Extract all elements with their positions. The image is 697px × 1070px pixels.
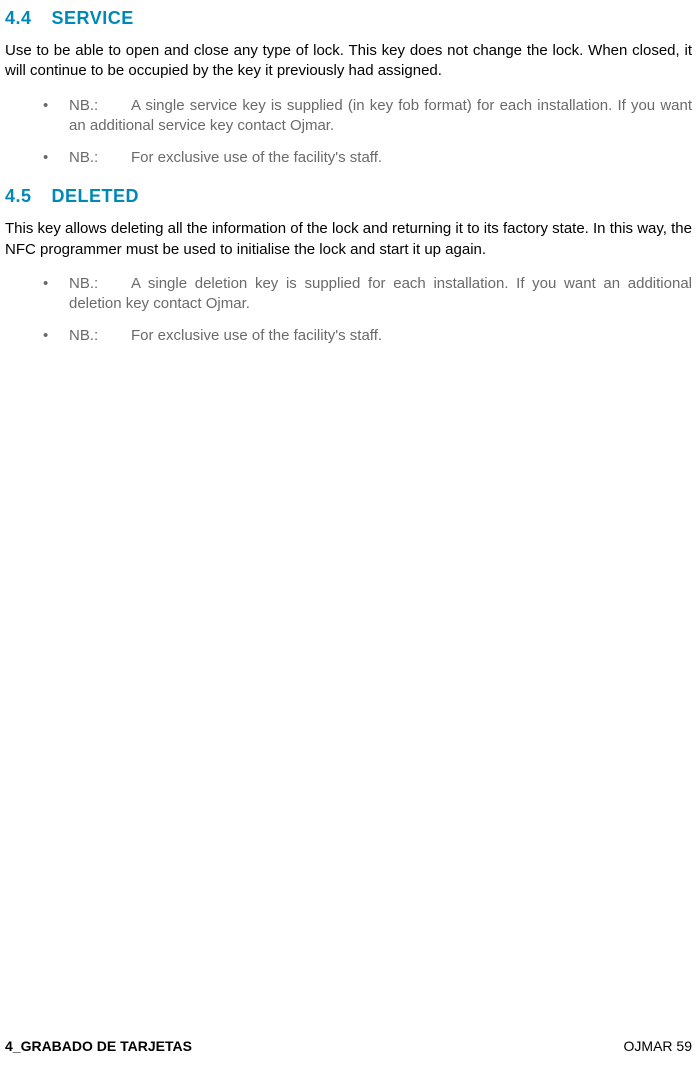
- section-heading-4-5: 4.5 DELETED: [5, 186, 692, 207]
- page-footer: 4_GRABADO DE TARJETAS OJMAR 59: [5, 1038, 692, 1054]
- section-body-4-5: This key allows deleting all the informa…: [5, 219, 692, 260]
- nb-text: For exclusive use of the facility's staf…: [131, 149, 382, 166]
- section-body-4-4: Use to be able to open and close any typ…: [5, 41, 692, 82]
- list-item: NB.:For exclusive use of the facility's …: [43, 148, 692, 168]
- nb-text: A single deletion key is supplied for ea…: [69, 275, 692, 312]
- section-4-4: 4.4 SERVICE Use to be able to open and cl…: [5, 8, 692, 168]
- bullet-list-4-5: NB.:A single deletion key is supplied fo…: [5, 274, 692, 347]
- nb-label: NB.:: [69, 326, 131, 346]
- section-title: SERVICE: [52, 8, 134, 29]
- nb-label: NB.:: [69, 96, 131, 116]
- nb-label: NB.:: [69, 148, 131, 168]
- footer-left: 4_GRABADO DE TARJETAS: [5, 1038, 192, 1054]
- footer-right: OJMAR 59: [624, 1038, 692, 1054]
- nb-text: A single service key is supplied (in key…: [69, 97, 692, 134]
- section-4-5: 4.5 DELETED This key allows deleting all …: [5, 186, 692, 346]
- list-item: NB.:A single deletion key is supplied fo…: [43, 274, 692, 315]
- bullet-list-4-4: NB.:A single service key is supplied (in…: [5, 96, 692, 169]
- section-number: 4.4: [5, 8, 32, 29]
- nb-text: For exclusive use of the facility's staf…: [131, 327, 382, 344]
- section-title: DELETED: [52, 186, 140, 207]
- list-item: NB.:For exclusive use of the facility's …: [43, 326, 692, 346]
- nb-label: NB.:: [69, 274, 131, 294]
- section-number: 4.5: [5, 186, 32, 207]
- list-item: NB.:A single service key is supplied (in…: [43, 96, 692, 137]
- section-heading-4-4: 4.4 SERVICE: [5, 8, 692, 29]
